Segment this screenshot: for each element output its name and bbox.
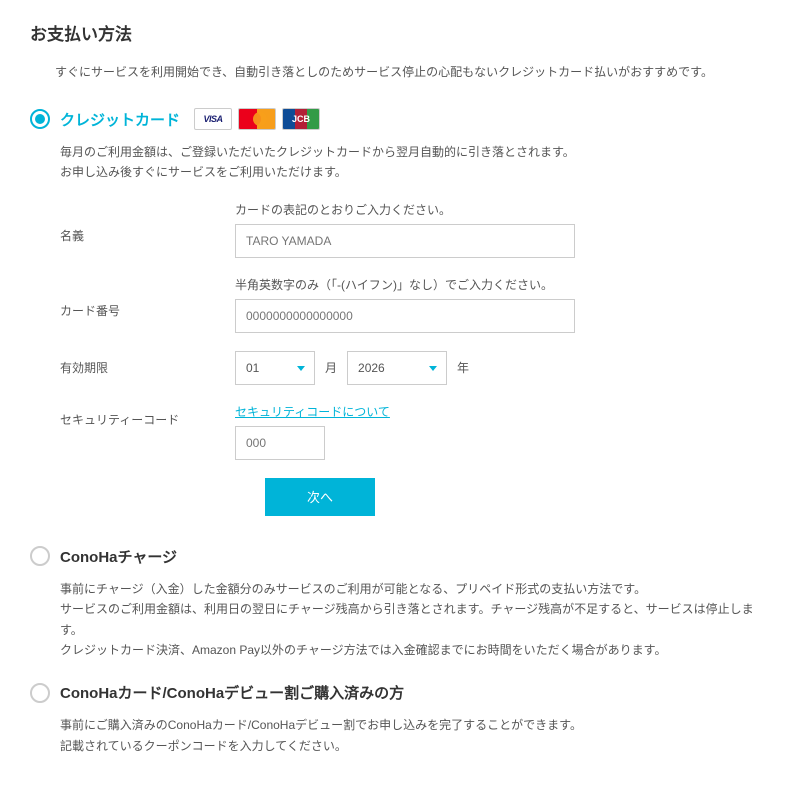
next-button[interactable]: 次へ	[265, 478, 375, 516]
card-desc-1: 事前にご購入済みのConoHaカード/ConoHaデビュー割でお申し込みを完了す…	[60, 715, 769, 735]
radio-credit-card[interactable]	[30, 109, 50, 129]
expiry-month-select[interactable]: 01	[235, 351, 315, 385]
name-input[interactable]	[235, 224, 575, 258]
card-desc-2: 記載されているクーポンコードを入力してください。	[60, 736, 769, 756]
charge-desc-3: クレジットカード決済、Amazon Pay以外のチャージ方法では入金確認までにお…	[60, 640, 769, 660]
credit-desc-2: お申し込み後すぐにサービスをご利用いただけます。	[60, 162, 769, 182]
number-hint: 半角英数字のみ（「-(ハイフン)」なし）でご入力ください。	[235, 276, 769, 293]
option-credit-card: クレジットカード VISA JCB 毎月のご利用金額は、ご登録いただいたクレジッ…	[30, 108, 769, 516]
expiry-label: 有効期限	[60, 351, 235, 376]
option-conoha-card: ConoHaカード/ConoHaデビュー割ご購入済みの方 事前にご購入済みのCo…	[30, 682, 769, 756]
card-logos: VISA JCB	[194, 108, 320, 130]
month-suffix: 月	[325, 359, 337, 376]
page-title: お支払い方法	[30, 20, 769, 45]
option-title-charge: ConoHaチャージ	[60, 546, 177, 567]
option-conoha-charge: ConoHaチャージ 事前にチャージ（入金）した金額分のみサービスのご利用が可能…	[30, 546, 769, 661]
year-suffix: 年	[457, 359, 469, 376]
name-hint: カードの表記のとおりご入力ください。	[235, 201, 769, 218]
option-title-card: ConoHaカード/ConoHaデビュー割ご購入済みの方	[60, 682, 404, 703]
credit-form: 名義 カードの表記のとおりご入力ください。 カード番号 半角英数字のみ（「-(ハ…	[60, 201, 769, 516]
name-label: 名義	[60, 201, 235, 244]
radio-conoha-card[interactable]	[30, 683, 50, 703]
expiry-year-select[interactable]: 2026	[347, 351, 447, 385]
number-label: カード番号	[60, 276, 235, 319]
jcb-icon: JCB	[282, 108, 320, 130]
visa-icon: VISA	[194, 108, 232, 130]
number-input[interactable]	[235, 299, 575, 333]
credit-desc-1: 毎月のご利用金額は、ご登録いただいたクレジットカードから翌月自動的に引き落とされ…	[60, 142, 769, 162]
cvv-label: セキュリティーコード	[60, 403, 235, 428]
charge-desc-2: サービスのご利用金額は、利用日の翌日にチャージ残高から引き落とされます。チャージ…	[60, 599, 769, 640]
charge-desc-1: 事前にチャージ（入金）した金額分のみサービスのご利用が可能となる、プリペイド形式…	[60, 579, 769, 599]
intro-text: すぐにサービスを利用開始でき、自動引き落としのためサービス停止の心配もないクレジ…	[55, 63, 769, 80]
option-title-credit: クレジットカード	[60, 109, 180, 130]
mastercard-icon	[238, 108, 276, 130]
cvv-info-link[interactable]: セキュリティコードについて	[235, 403, 390, 420]
cvv-input[interactable]	[235, 426, 325, 460]
radio-conoha-charge[interactable]	[30, 546, 50, 566]
